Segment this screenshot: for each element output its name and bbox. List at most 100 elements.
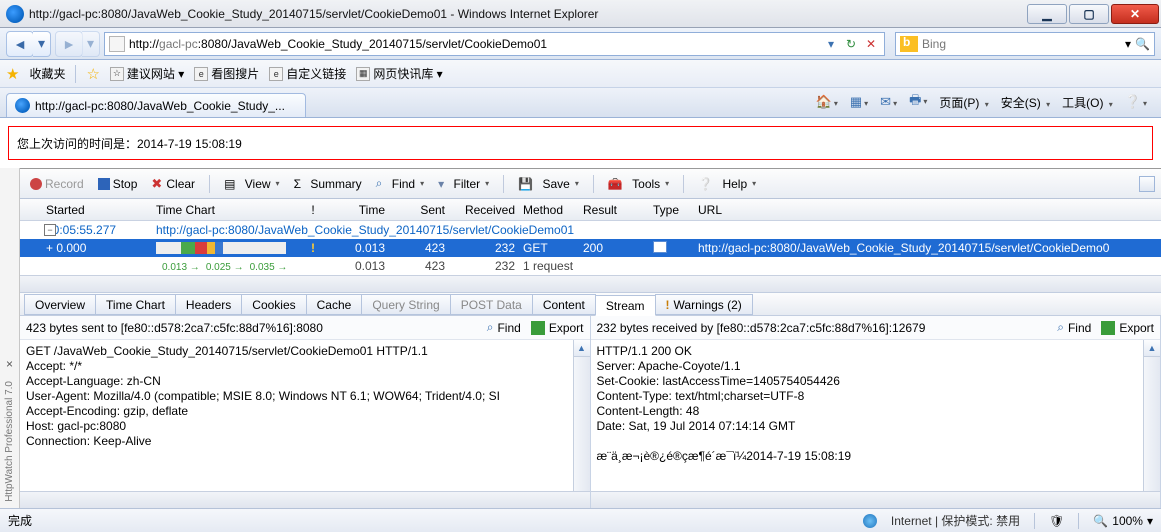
httpwatch-panel: Record Stop ✖Clear ▤ View▾ Σ Summary ⌕ F… <box>20 168 1161 508</box>
summary-button[interactable]: Σ Summary <box>290 175 366 193</box>
tab-query-string[interactable]: Query String <box>361 294 450 315</box>
status-done: 完成 <box>8 512 32 529</box>
tab-post-data[interactable]: POST Data <box>450 294 533 315</box>
favorites-bar: ★ 收藏夹 ☆ ☆建议网站 ▾ e看图搜片 e自定义链接 ▦网页快讯库 ▾ <box>0 60 1161 88</box>
grid-hscroll[interactable] <box>20 275 1161 292</box>
col-chart[interactable]: Time Chart <box>152 203 302 217</box>
favorites-star-icon[interactable]: ★ <box>6 65 19 83</box>
col-started[interactable]: Started <box>42 203 152 217</box>
search-icon[interactable]: 🔍 <box>1135 37 1150 51</box>
request-pane: 423 bytes sent to [fe80::d578:2ca7:c5fc:… <box>20 316 591 508</box>
request-raw[interactable]: GET /JavaWeb_Cookie_Study_20140715/servl… <box>20 340 590 491</box>
fav-suggested[interactable]: ☆建议网站 ▾ <box>110 65 184 82</box>
save-icon: 💾 <box>518 177 533 191</box>
page-icon <box>109 36 125 52</box>
res-hscroll[interactable] <box>591 491 1161 508</box>
col-ex[interactable]: ! <box>302 203 324 217</box>
nav-bar: ◄ ▾ ► ▾ http://gacl-pc:8080/JavaWeb_Cook… <box>0 28 1161 60</box>
tab-content[interactable]: Content <box>532 294 596 315</box>
browser-tab[interactable]: http://gacl-pc:8080/JavaWeb_Cookie_Study… <box>6 93 306 117</box>
zoom-control[interactable]: 🔍100%▾ <box>1093 514 1153 528</box>
find-icon: ⌕ <box>487 320 494 335</box>
hw-tools-button[interactable]: 🧰 Tools▾ <box>604 175 673 193</box>
tab-time-chart[interactable]: Time Chart <box>95 294 176 315</box>
cmd-safety[interactable]: 安全(S) ▾ <box>1001 94 1050 111</box>
httpwatch-toolbar: Record Stop ✖Clear ▤ View▾ Σ Summary ⌕ F… <box>20 169 1161 199</box>
tab-cache[interactable]: Cache <box>306 294 363 315</box>
req-find-button[interactable]: ⌕Find <box>487 320 521 335</box>
link-icon: ▦ <box>356 67 370 81</box>
grid-group-row[interactable]: − 00:05:55.277 http://gacl-pc:8080/JavaW… <box>20 221 1161 239</box>
back-button[interactable]: ◄ <box>6 31 34 57</box>
export-icon <box>531 321 545 335</box>
home-icon[interactable]: 🏠▾ <box>816 94 838 110</box>
print-icon[interactable]: 🖶▾ <box>909 91 927 113</box>
stream-panes: 423 bytes sent to [fe80::d578:2ca7:c5fc:… <box>20 316 1161 508</box>
res-find-button[interactable]: ⌕Find <box>1057 320 1091 335</box>
col-method[interactable]: Method <box>519 203 579 217</box>
bing-icon <box>900 36 918 52</box>
col-type[interactable]: Type <box>649 203 694 217</box>
fav-custom-links[interactable]: e自定义链接 <box>269 65 346 82</box>
search-box[interactable]: Bing ▾ 🔍 <box>895 32 1155 56</box>
view-button[interactable]: ▤ View▾ <box>220 175 284 193</box>
status-zone: Internet | 保护模式: 禁用 <box>891 512 1020 529</box>
req-export-button[interactable]: Export <box>531 321 584 335</box>
detail-tabs: Overview Time Chart Headers Cookies Cach… <box>20 292 1161 316</box>
minimize-button[interactable]: ▁ <box>1027 4 1067 24</box>
record-button[interactable]: Record <box>26 175 88 193</box>
window-titlebar: http://gacl-pc:8080/JavaWeb_Cookie_Study… <box>0 0 1161 28</box>
forward-history-button[interactable]: ▾ <box>82 31 100 57</box>
stop-button[interactable]: Stop <box>94 175 142 193</box>
filter-button[interactable]: ▾ Filter▾ <box>434 175 493 193</box>
col-url[interactable]: URL <box>694 203 1161 217</box>
ie-icon <box>6 5 24 23</box>
grid-summary-row: 0.013 →0.025 →0.035 → 0.013 423 232 1 re… <box>20 257 1161 275</box>
tab-cookies[interactable]: Cookies <box>241 294 306 315</box>
clear-button[interactable]: ✖Clear <box>147 175 199 193</box>
vscroll[interactable]: ▲ <box>1143 340 1160 491</box>
hw-help-button[interactable]: ❔ Help▾ <box>694 175 760 193</box>
col-result[interactable]: Result <box>579 203 649 217</box>
col-sent[interactable]: Sent <box>389 203 449 217</box>
res-export-button[interactable]: Export <box>1101 321 1154 335</box>
refresh-icon[interactable]: ↻ <box>842 35 860 53</box>
tools-icon: 🧰 <box>608 177 623 191</box>
search-placeholder: Bing <box>922 37 1125 51</box>
help-icon[interactable]: ❔▾ <box>1125 94 1147 110</box>
fav-image-search[interactable]: e看图搜片 <box>194 65 259 82</box>
response-raw[interactable]: HTTP/1.1 200 OK Server: Apache-Coyote/1.… <box>591 340 1161 491</box>
favorites-label[interactable]: 收藏夹 <box>29 65 65 82</box>
clear-icon: ✖ <box>151 178 163 190</box>
close-button[interactable]: ✕ <box>1111 4 1159 24</box>
search-dropdown-icon[interactable]: ▾ <box>1125 37 1131 51</box>
detach-button[interactable] <box>1139 176 1155 192</box>
feeds-icon[interactable]: ▦▾ <box>850 94 868 110</box>
forward-button[interactable]: ► <box>55 31 83 57</box>
addr-dropdown-icon[interactable]: ▾ <box>822 35 840 53</box>
fav-web-slices[interactable]: ▦网页快讯库 ▾ <box>356 65 442 82</box>
vscroll[interactable]: ▲ <box>573 340 590 491</box>
privacy-icon[interactable]: 🛡 <box>1049 514 1064 528</box>
find-button[interactable]: ⌕ Find▾ <box>372 174 428 193</box>
page-content: 您上次访问的时间是：2014-7-19 15:08:19 <box>8 126 1153 160</box>
tab-warnings[interactable]: !Warnings (2) <box>655 294 753 315</box>
col-recv[interactable]: Received <box>449 203 519 217</box>
cmd-tools[interactable]: 工具(O) ▾ <box>1062 94 1113 111</box>
fav-star-icon: ☆ <box>86 65 99 83</box>
grid-request-row[interactable]: + 0.000 ! 0.013 423 232 GET 200 http://g… <box>20 239 1161 257</box>
tab-headers[interactable]: Headers <box>175 294 242 315</box>
tab-stream[interactable]: Stream <box>595 295 656 316</box>
collapse-icon[interactable]: − <box>44 224 56 236</box>
tab-overview[interactable]: Overview <box>24 294 96 315</box>
back-history-button[interactable]: ▾ <box>33 31 51 57</box>
address-bar[interactable]: http://gacl-pc:8080/JavaWeb_Cookie_Study… <box>104 32 885 56</box>
maximize-button[interactable]: ▢ <box>1069 4 1109 24</box>
col-time[interactable]: Time <box>324 203 389 217</box>
save-button[interactable]: 💾 Save▾ <box>514 175 583 193</box>
mail-icon[interactable]: ✉▾ <box>880 94 897 110</box>
stop-icon[interactable]: ✕ <box>862 35 880 53</box>
req-hscroll[interactable] <box>20 491 590 508</box>
cmd-page[interactable]: 页面(P) ▾ <box>939 94 988 111</box>
panel-close-icon[interactable]: × <box>6 353 13 375</box>
